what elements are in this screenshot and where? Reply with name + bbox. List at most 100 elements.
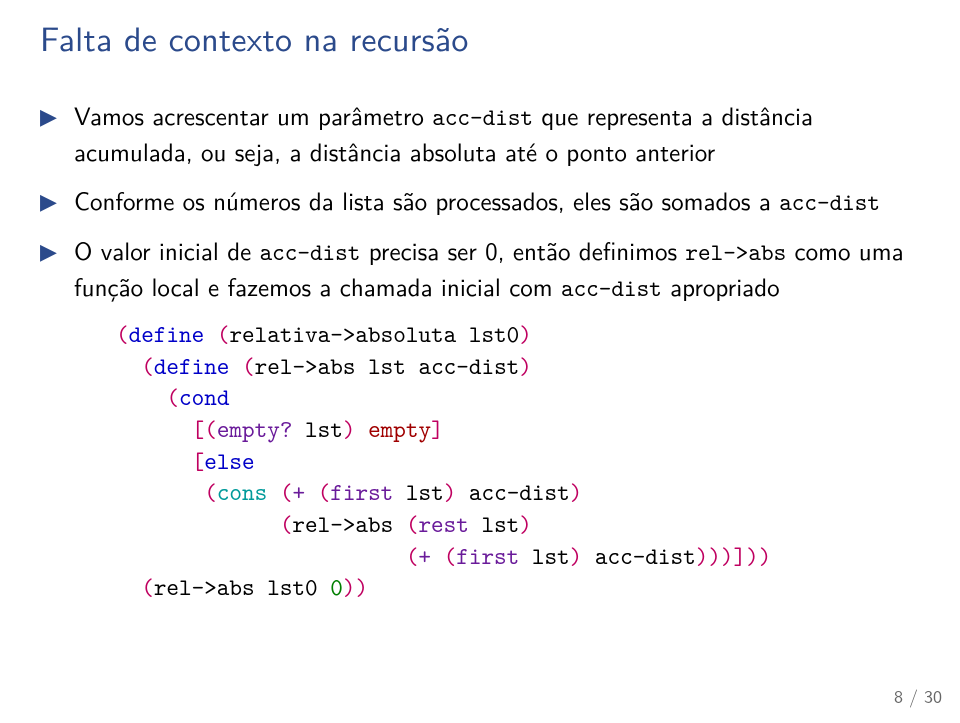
ident: rel->abs xyxy=(154,571,255,603)
bullet-2: ▶ Conforme os números da lista são proce… xyxy=(40,183,920,219)
sp xyxy=(582,540,595,572)
sp xyxy=(431,540,444,572)
ident: lst xyxy=(406,476,444,508)
slide-content: ▶ Vamos acrescentar um parâmetro acc-dis… xyxy=(40,98,920,604)
paren: ( xyxy=(141,571,154,603)
bullet-3: ▶ O valor inicial de acc-dist precisa se… xyxy=(40,233,920,305)
bullet-marker-icon: ▶ xyxy=(40,233,74,267)
sp xyxy=(469,508,482,540)
ident: acc-dist xyxy=(418,350,519,382)
paren: ( xyxy=(318,476,331,508)
bullet-marker-icon: ▶ xyxy=(40,98,74,132)
num-zero: 0 xyxy=(330,571,343,603)
ident: lst xyxy=(305,413,343,445)
sp xyxy=(355,350,368,382)
paren: ) xyxy=(721,540,734,572)
kw-first: first xyxy=(330,476,393,508)
slide: Falta de contexto na recursão ▶ Vamos ac… xyxy=(0,0,960,723)
kw-cond: cond xyxy=(179,381,229,413)
paren: ( xyxy=(204,413,217,445)
bullet-2-text: Conforme os números da lista são process… xyxy=(74,183,920,219)
paren: ( xyxy=(444,540,457,572)
bracket: [ xyxy=(192,413,205,445)
ident: lst0 xyxy=(267,571,317,603)
ident: lst xyxy=(532,540,570,572)
sp xyxy=(406,350,419,382)
paren: ( xyxy=(141,350,154,382)
inline-code: acc-dist xyxy=(561,272,662,304)
paren: ) xyxy=(746,540,759,572)
text: Conforme os números da lista são process… xyxy=(74,181,779,218)
kw-plus: + xyxy=(418,540,431,572)
paren: ) xyxy=(519,350,532,382)
paren: ) xyxy=(519,508,532,540)
bullet-1-text: Vamos acrescentar um parâmetro acc-dist … xyxy=(74,98,920,169)
paren: ) xyxy=(759,540,772,572)
sp xyxy=(305,476,318,508)
kw-emptyq: empty? xyxy=(217,413,293,445)
kw-empty: empty xyxy=(368,413,431,445)
sp xyxy=(292,413,305,445)
sp xyxy=(519,540,532,572)
sp xyxy=(355,413,368,445)
paren: ( xyxy=(406,508,419,540)
sp xyxy=(393,508,406,540)
text: O valor inicial de xyxy=(74,231,260,268)
bullet-marker-icon: ▶ xyxy=(40,183,74,217)
code-block: (define (relativa->absoluta lst0) (defin… xyxy=(116,319,920,604)
paren: ( xyxy=(406,540,419,572)
paren: ) xyxy=(708,540,721,572)
paren: ) xyxy=(343,571,356,603)
bullet-3-text: O valor inicial de acc-dist precisa ser … xyxy=(74,233,920,305)
paren: ) xyxy=(570,476,583,508)
paren: ) xyxy=(444,476,457,508)
paren: ( xyxy=(217,318,230,350)
bracket: ] xyxy=(734,540,747,572)
kw-else: else xyxy=(204,445,254,477)
sp xyxy=(456,318,469,350)
kw-define: define xyxy=(129,318,205,350)
paren: ( xyxy=(166,381,179,413)
kw-plus: + xyxy=(292,476,305,508)
text: Vamos acrescentar um parâmetro xyxy=(74,96,432,133)
sp xyxy=(204,318,217,350)
sp xyxy=(229,350,242,382)
paren: ( xyxy=(204,476,217,508)
paren: ( xyxy=(280,476,293,508)
paren: ( xyxy=(242,350,255,382)
paren: ) xyxy=(570,540,583,572)
ident: lst0 xyxy=(469,318,519,350)
kw-first: first xyxy=(456,540,519,572)
ident: acc-dist xyxy=(595,540,696,572)
sp xyxy=(255,571,268,603)
ident: rel->abs xyxy=(292,508,393,540)
paren: ) xyxy=(519,318,532,350)
text: precisa ser 0, então definimos xyxy=(360,231,685,268)
ident: lst xyxy=(481,508,519,540)
inline-code: acc-dist xyxy=(260,236,361,268)
kw-define: define xyxy=(154,350,230,382)
sp xyxy=(318,571,331,603)
text: apropriado xyxy=(662,267,780,304)
ident: lst xyxy=(368,350,406,382)
inline-code: acc-dist xyxy=(432,101,533,133)
paren: ( xyxy=(116,318,129,350)
bullet-1: ▶ Vamos acrescentar um parâmetro acc-dis… xyxy=(40,98,920,169)
slide-title: Falta de contexto na recursão xyxy=(40,0,920,62)
kw-rest: rest xyxy=(418,508,468,540)
sp xyxy=(267,476,280,508)
ident: acc-dist xyxy=(469,476,570,508)
page-number: 8 / 30 xyxy=(894,682,942,709)
bracket: ] xyxy=(431,413,444,445)
paren: ( xyxy=(280,508,293,540)
bracket: [ xyxy=(192,445,205,477)
inline-code: acc-dist xyxy=(779,186,880,218)
kw-cons: cons xyxy=(217,476,267,508)
paren: ) xyxy=(355,571,368,603)
ident: rel->abs xyxy=(255,350,356,382)
inline-code: rel->abs xyxy=(685,236,786,268)
sp xyxy=(393,476,406,508)
paren: ) xyxy=(696,540,709,572)
sp xyxy=(456,476,469,508)
paren: ) xyxy=(343,413,356,445)
